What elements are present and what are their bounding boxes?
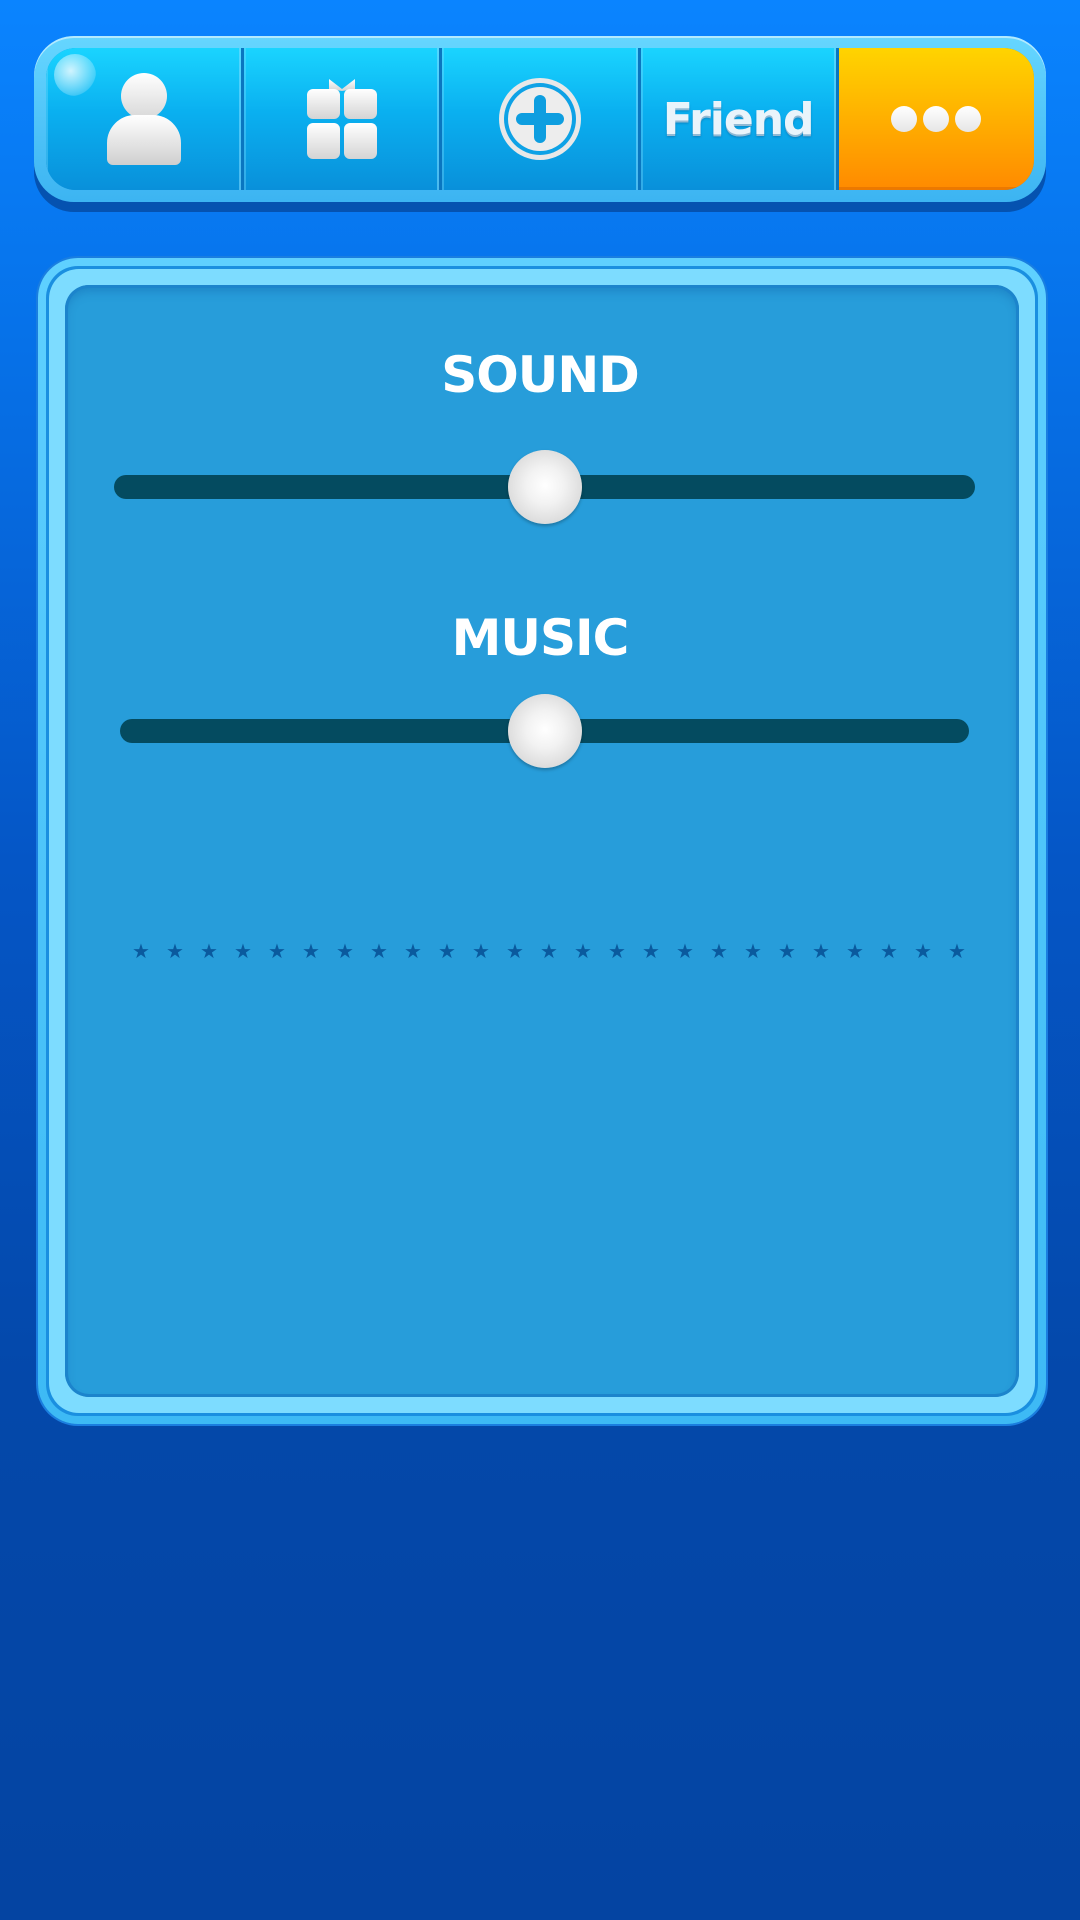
sound-slider-knob[interactable] xyxy=(507,450,582,524)
star-icon: ★ xyxy=(404,939,422,963)
star-icon: ★ xyxy=(880,939,898,963)
star-icon: ★ xyxy=(472,939,490,963)
star-icon: ★ xyxy=(642,939,660,963)
star-icon: ★ xyxy=(608,939,626,963)
person-icon xyxy=(106,73,181,165)
star-divider: ★ ★ ★ ★ ★ ★ ★ ★ ★ ★ ★ ★ ★ ★ ★ ★ ★ ★ ★ ★ ★ ★ ★ ★ ★ xyxy=(132,940,966,962)
music-slider[interactable] xyxy=(120,694,969,768)
tab-friend[interactable]: Friend xyxy=(640,48,839,190)
star-icon: ★ xyxy=(846,939,864,963)
tab-gifts[interactable] xyxy=(244,48,443,190)
star-icon: ★ xyxy=(574,939,592,963)
gloss-highlight xyxy=(54,54,96,96)
star-icon: ★ xyxy=(438,939,456,963)
music-label: MUSIC xyxy=(451,609,630,667)
tab-bar: Friend xyxy=(34,36,1046,202)
star-icon: ★ xyxy=(336,939,354,963)
star-icon: ★ xyxy=(948,939,966,963)
panel-border xyxy=(46,266,1038,1416)
star-icon: ★ xyxy=(744,939,762,963)
tab-friend-label: Friend xyxy=(662,93,815,145)
sound-slider-fill xyxy=(114,475,545,499)
star-icon: ★ xyxy=(778,939,796,963)
star-icon: ★ xyxy=(200,939,218,963)
ellipsis-icon xyxy=(891,106,982,132)
star-icon: ★ xyxy=(166,939,184,963)
gift-icon xyxy=(306,79,377,159)
star-icon: ★ xyxy=(710,939,728,963)
plus-circle-icon xyxy=(499,78,581,160)
star-icon: ★ xyxy=(370,939,388,963)
tab-add[interactable] xyxy=(442,48,641,190)
tab-profile[interactable] xyxy=(46,48,245,190)
star-icon: ★ xyxy=(506,939,524,963)
star-icon: ★ xyxy=(540,939,558,963)
star-icon: ★ xyxy=(132,939,150,963)
star-icon: ★ xyxy=(268,939,286,963)
music-slider-fill xyxy=(120,719,545,743)
tab-more[interactable] xyxy=(838,48,1034,190)
star-icon: ★ xyxy=(302,939,320,963)
sound-slider[interactable] xyxy=(114,450,975,524)
star-icon: ★ xyxy=(676,939,694,963)
sound-label: SOUND xyxy=(441,346,639,404)
tab-bar-inner: Friend xyxy=(46,48,1034,190)
star-icon: ★ xyxy=(914,939,932,963)
star-icon: ★ xyxy=(812,939,830,963)
settings-panel xyxy=(38,258,1046,1424)
music-slider-knob[interactable] xyxy=(507,694,582,768)
star-icon: ★ xyxy=(234,939,252,963)
